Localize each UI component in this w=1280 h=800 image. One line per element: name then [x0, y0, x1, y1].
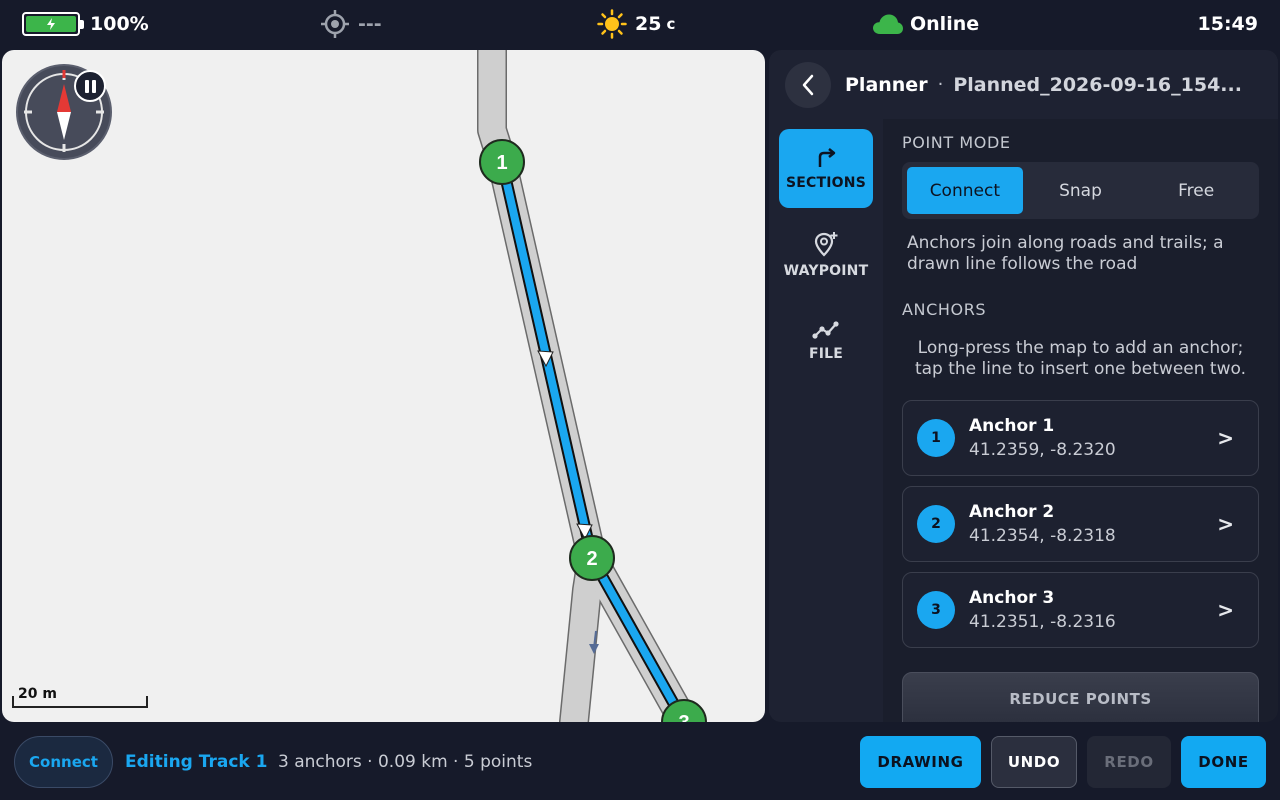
anchor-card-1[interactable]: 1 Anchor 1 41.2359, -8.2320 >: [902, 400, 1259, 476]
mode-pill[interactable]: Connect: [14, 736, 113, 788]
gps-crosshair-icon: [321, 10, 349, 38]
anchor-coordinates: 41.2354, -8.2318: [969, 526, 1116, 546]
anchor-number-badge: 2: [917, 505, 955, 543]
track-stats: 3 anchors · 0.09 km · 5 points: [278, 752, 533, 772]
pause-icon: [84, 79, 96, 93]
anchor-name: Anchor 1: [969, 416, 1055, 436]
anchor-card-3[interactable]: 3 Anchor 3 41.2351, -8.2316 >: [902, 572, 1259, 648]
panel-title: Planner: [845, 73, 928, 96]
map-marker-1[interactable]: 1: [479, 139, 525, 185]
done-button[interactable]: DONE: [1181, 736, 1266, 788]
clock: 15:49: [1197, 13, 1258, 35]
back-button[interactable]: [785, 61, 831, 108]
redo-button[interactable]: REDO: [1087, 736, 1171, 788]
point-mode-heading: POINT MODE: [902, 133, 1011, 152]
map-marker-label: 3: [678, 712, 689, 722]
rail-label: FILE: [808, 345, 844, 362]
rail-tab-waypoint[interactable]: WAYPOINT: [779, 215, 873, 294]
battery-percent: 100%: [90, 13, 149, 35]
map-marker-label: 2: [586, 548, 597, 570]
map-view[interactable]: 1 2 3 20 m: [2, 50, 765, 722]
map-roads: 1 2 3: [477, 50, 707, 722]
map-marker-2[interactable]: 2: [569, 535, 615, 581]
chevron-right-icon: >: [1217, 512, 1234, 536]
planner-panel: Planner · Planned_2026-09-16_154... SECT…: [769, 50, 1278, 722]
track-line-icon: [812, 320, 839, 339]
temperature-unit: c: [666, 15, 676, 33]
map-marker-label: 1: [496, 152, 507, 174]
battery-status: 100%: [22, 0, 149, 48]
point-mode-free[interactable]: Free: [1138, 167, 1254, 214]
panel-header: Planner · Planned_2026-09-16_154...: [769, 50, 1278, 119]
connection-label: Online: [910, 13, 980, 35]
point-mode-connect[interactable]: Connect: [907, 167, 1023, 214]
anchor-number-badge: 1: [917, 419, 955, 457]
rail-label: WAYPOINT: [783, 262, 869, 279]
chevron-left-icon: [802, 74, 814, 95]
rail-label: SECTIONS: [786, 174, 866, 191]
sun-icon: [597, 9, 627, 39]
weather-status: 25 c: [597, 0, 675, 48]
chevron-right-icon: >: [1217, 426, 1234, 450]
anchor-number-badge: 3: [917, 591, 955, 629]
gps-status: ---: [320, 0, 382, 48]
drawing-button[interactable]: DRAWING: [860, 736, 981, 788]
undo-button[interactable]: UNDO: [991, 736, 1077, 788]
anchor-name: Anchor 2: [969, 502, 1055, 522]
anchor-name: Anchor 3: [969, 588, 1055, 608]
anchor-coordinates: 41.2351, -8.2316: [969, 612, 1116, 632]
point-mode-snap[interactable]: Snap: [1023, 167, 1139, 214]
reduce-points-button[interactable]: REDUCE POINTS: [902, 672, 1259, 722]
title-separator: ·: [937, 74, 944, 95]
panel-content: POINT MODE Connect Snap Free Anchors joi…: [883, 119, 1278, 722]
turn-right-arrow-icon: [818, 147, 836, 167]
anchors-hint: Long-press the map to add an anchor; tap…: [914, 338, 1247, 379]
battery-icon: [22, 12, 84, 36]
pause-button[interactable]: [74, 70, 106, 102]
cloud-icon: [873, 14, 903, 34]
anchor-card-2[interactable]: 2 Anchor 2 41.2354, -8.2318 >: [902, 486, 1259, 562]
map-scale: 20 m: [10, 686, 150, 710]
temperature-value: 25: [635, 13, 662, 35]
connection-status: Online: [872, 0, 979, 48]
panel-rail: SECTIONS WAYPOINT FILE: [769, 119, 883, 722]
chevron-right-icon: >: [1217, 598, 1234, 622]
bottom-bar: Connect Editing Track 1 3 anchors · 0.09…: [0, 724, 1280, 800]
track-file-name: Planned_2026-09-16_154...: [953, 73, 1242, 96]
editing-track-title: Editing Track 1: [125, 752, 268, 772]
point-mode-description: Anchors join along roads and trails; a d…: [907, 233, 1224, 274]
status-bar: 100% --- 25 c Online 15:49: [0, 0, 1280, 48]
rail-tab-file[interactable]: FILE: [779, 301, 873, 380]
anchor-coordinates: 41.2359, -8.2320: [969, 440, 1116, 460]
rail-tab-sections[interactable]: SECTIONS: [779, 129, 873, 208]
scale-label: 20 m: [18, 686, 57, 702]
point-mode-selector: Connect Snap Free: [902, 162, 1259, 219]
location-pin-plus-icon: [814, 231, 838, 257]
anchors-heading: ANCHORS: [902, 300, 987, 319]
gps-value: ---: [358, 13, 382, 35]
